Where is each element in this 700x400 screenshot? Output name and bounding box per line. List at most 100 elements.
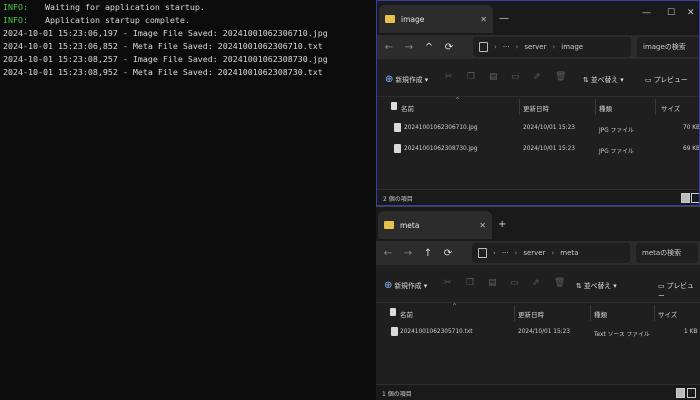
new-icon: ⊕ xyxy=(385,74,394,85)
refresh-button[interactable]: ⟳ xyxy=(438,248,458,259)
sort-button[interactable]: ⇅ 並べ替え ▾ xyxy=(576,280,617,290)
refresh-button[interactable]: ⟳ xyxy=(439,42,459,53)
close-tab-icon[interactable]: ✕ xyxy=(479,221,486,230)
column-header: 名前 ^ 更新日時 種類 サイズ xyxy=(376,303,700,323)
chevron-right-icon: › xyxy=(494,43,497,51)
image-file-icon xyxy=(394,123,401,132)
cut-icon[interactable]: ✂ xyxy=(445,72,453,82)
delete-icon[interactable]: 🗑 xyxy=(554,278,565,288)
preview-button[interactable]: ▭ プレビュー xyxy=(658,280,700,300)
column-size[interactable]: サイズ xyxy=(658,309,677,319)
maximize-button[interactable]: ☐ xyxy=(667,8,675,18)
column-divider[interactable] xyxy=(514,305,515,321)
rename-icon[interactable]: ▭ xyxy=(510,278,519,288)
preview-button[interactable]: ▭ プレビュー xyxy=(645,74,688,84)
column-modified[interactable]: 更新日時 xyxy=(523,103,549,113)
close-tab-icon[interactable]: ✕ xyxy=(480,15,487,24)
terminal-line: INFO: Application startup complete. xyxy=(3,15,190,25)
cut-icon[interactable]: ✂ xyxy=(444,278,452,288)
sort-caret-icon: ^ xyxy=(455,97,461,104)
sort-caret-icon: ^ xyxy=(452,303,458,310)
column-divider[interactable] xyxy=(595,99,596,115)
chevron-right-icon: › xyxy=(514,249,518,257)
column-divider[interactable] xyxy=(655,99,656,115)
chevron-right-icon: › xyxy=(515,43,519,51)
title-bar[interactable]: meta ✕ + xyxy=(376,207,700,241)
tab-image[interactable]: image ✕ xyxy=(379,5,493,33)
file-row[interactable]: 20241001062308730.jpg 2024/10/01 15:23 J… xyxy=(377,140,699,160)
up-button[interactable]: ↑ xyxy=(418,248,438,259)
minimize-button[interactable]: — xyxy=(642,8,651,18)
status-bar: 2 個の項目 xyxy=(377,189,699,205)
forward-button[interactable]: → xyxy=(398,248,418,259)
chevron-right-icon: › xyxy=(551,249,555,257)
share-icon[interactable]: ⇗ xyxy=(533,72,541,82)
file-row[interactable]: 20241001062305710.txt 2024/10/01 15:23 T… xyxy=(376,323,700,343)
terminal-line: 2024-10-01 15:23:06,852 - Meta File Save… xyxy=(3,41,323,51)
rename-icon[interactable]: ▭ xyxy=(511,72,520,82)
column-size[interactable]: サイズ xyxy=(661,103,680,113)
breadcrumb-folder[interactable]: image xyxy=(561,43,583,51)
status-bar: 1 個の項目 xyxy=(376,384,700,400)
more-icon[interactable]: ··· xyxy=(503,43,510,51)
new-button[interactable]: ⊕ 新規作成 ▾ xyxy=(384,280,427,291)
details-view-icon[interactable] xyxy=(681,193,690,203)
folder-icon xyxy=(384,221,394,229)
new-tab-button[interactable]: — xyxy=(499,13,509,24)
more-icon[interactable]: ··· xyxy=(502,249,509,257)
pc-icon xyxy=(479,42,488,52)
terminal-window[interactable]: INFO: Waiting for application startup. IN… xyxy=(0,0,376,400)
back-button[interactable]: ← xyxy=(378,248,398,259)
sort-icon: ⇅ xyxy=(576,282,582,290)
column-divider[interactable] xyxy=(654,305,655,321)
share-icon[interactable]: ⇗ xyxy=(532,278,540,288)
folder-icon xyxy=(385,15,395,23)
breadcrumb-server[interactable]: server xyxy=(524,43,546,51)
breadcrumb-folder[interactable]: meta xyxy=(560,249,578,257)
address-bar[interactable]: › ··· › server › meta xyxy=(472,243,630,263)
column-type[interactable]: 種類 xyxy=(599,103,612,113)
close-window-button[interactable]: ✕ xyxy=(687,8,695,18)
file-name: 20241001062308730.jpg xyxy=(404,146,478,152)
column-modified[interactable]: 更新日時 xyxy=(518,309,544,319)
new-button[interactable]: ⊕ 新規作成 ▾ xyxy=(385,74,428,85)
delete-icon[interactable]: 🗑 xyxy=(555,72,566,82)
column-name[interactable]: 名前 xyxy=(401,103,414,113)
column-divider[interactable] xyxy=(590,305,591,321)
copy-icon[interactable]: ❐ xyxy=(467,72,475,82)
column-type[interactable]: 種類 xyxy=(594,309,607,319)
back-button[interactable]: ← xyxy=(379,42,399,53)
explorer-window-meta[interactable]: meta ✕ + ← → ↑ ⟳ › ··· › server › meta m… xyxy=(376,206,700,400)
title-bar[interactable]: image ✕ — — ☐ ✕ xyxy=(377,1,699,35)
explorer-window-image[interactable]: image ✕ — — ☐ ✕ ← → ^ ⟳ › ··· › server ›… xyxy=(376,0,700,206)
up-button[interactable]: ^ xyxy=(419,42,439,53)
file-size: 1 KB xyxy=(684,329,698,335)
details-view-icon[interactable] xyxy=(676,388,685,398)
file-header-icon xyxy=(391,102,397,110)
address-bar[interactable]: › ··· › server › image xyxy=(473,37,631,57)
search-input[interactable]: metaの検索 xyxy=(636,243,698,263)
column-name[interactable]: 名前 xyxy=(400,309,413,319)
file-name: 20241001062306710.jpg xyxy=(404,125,478,131)
pc-icon xyxy=(478,248,487,258)
command-bar: ⊕ 新規作成 ▾ ✂ ❐ ▤ ▭ ⇗ 🗑 ⇅ 並べ替え ▾ ▭ プレビュー xyxy=(376,265,700,303)
tab-meta[interactable]: meta ✕ xyxy=(378,211,492,239)
file-type: JPG ファイル xyxy=(599,128,634,134)
column-divider[interactable] xyxy=(519,99,520,115)
sort-button[interactable]: ⇅ 並べ替え ▾ xyxy=(583,74,624,84)
chevron-right-icon: › xyxy=(552,43,556,51)
forward-button[interactable]: → xyxy=(399,42,419,53)
paste-icon[interactable]: ▤ xyxy=(488,278,497,288)
file-row[interactable]: 20241001062306710.jpg 2024/10/01 15:23 J… xyxy=(377,119,699,139)
column-header: 名前 ^ 更新日時 種類 サイズ xyxy=(377,97,699,117)
tiles-view-icon[interactable] xyxy=(687,388,696,398)
copy-icon[interactable]: ❐ xyxy=(466,278,474,288)
tiles-view-icon[interactable] xyxy=(691,193,699,203)
paste-icon[interactable]: ▤ xyxy=(489,72,498,82)
breadcrumb-server[interactable]: server xyxy=(523,249,545,257)
file-type: Text ソース ファイル xyxy=(594,332,650,338)
tab-title: meta xyxy=(400,220,420,230)
search-input[interactable]: imageの検索 xyxy=(637,37,699,57)
navigation-bar: ← → ↑ ⟳ › ··· › server › meta metaの検索 xyxy=(376,241,700,265)
new-tab-button[interactable]: + xyxy=(498,219,506,230)
